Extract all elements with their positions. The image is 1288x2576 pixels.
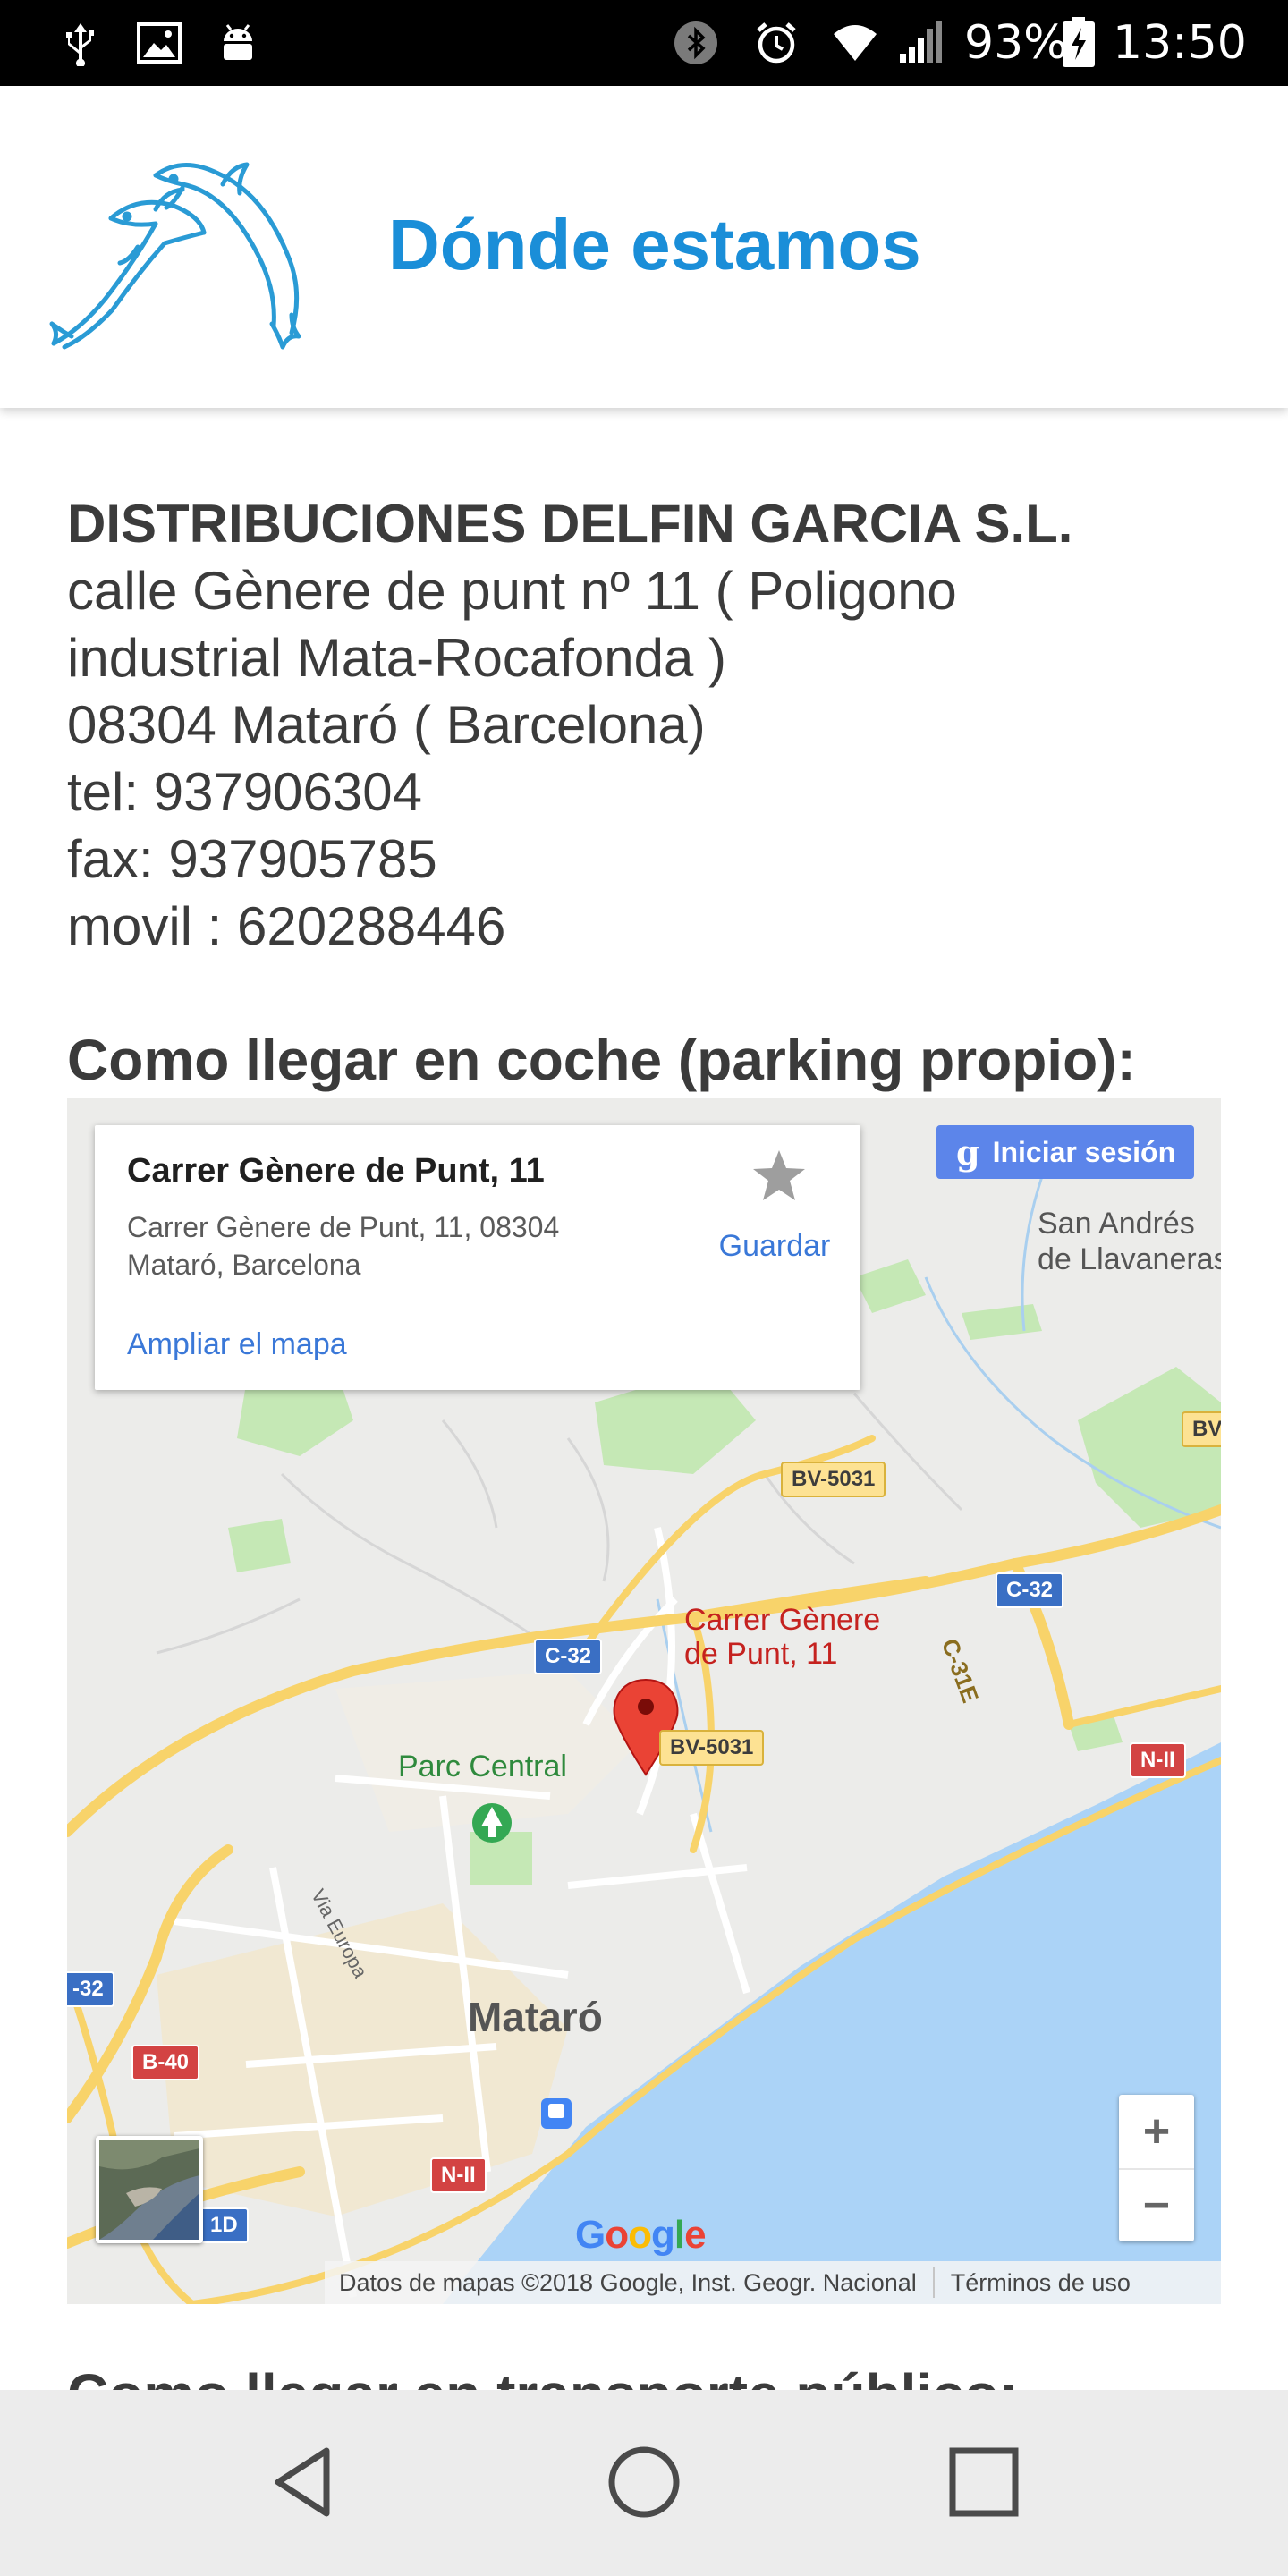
road-shield: C-32 [534,1639,603,1674]
zoom-control: + − [1119,2095,1194,2241]
map-attribution: Datos de mapas ©2018 Google, Inst. Geogr… [339,2268,917,2296]
road-shield: BV-5031 [659,1730,765,1766]
city-label: Mataró [468,1994,603,2040]
town-label-line1: San Andrés [1038,1207,1195,1241]
app-header: Dónde estamos [0,86,1288,408]
place-name: Carrer Gènere de Punt, 11 [127,1152,545,1190]
star-icon [753,1150,805,1200]
place-address-line1: Carrer Gènere de Punt, 11, 08304 [127,1211,560,1243]
road-shield: 1D [199,2207,249,2243]
clock: 13:50 [1113,16,1247,70]
navigation-bar [0,2390,1288,2576]
road-shield: C-32 [996,1572,1064,1608]
embedded-map[interactable]: Carrer Gènere de Punt, 11 Parc Central M… [67,1098,1221,2304]
wifi-icon [832,0,878,86]
road-shield: B-40 [131,2045,200,2080]
place-address-line2: Mataró, Barcelona [127,1249,361,1281]
recents-square-icon[interactable] [930,2433,1038,2531]
status-bar: 93% 13:50 [0,0,1288,86]
phone-line[interactable]: tel: 937906304 [67,758,1230,826]
attribution-divider [932,2267,935,2298]
google-g-icon: g [956,1131,980,1173]
company-name: DISTRIBUCIONES DELFIN GARCIA S.L. [67,494,1073,554]
road-shield: -32 [67,1971,114,2007]
town-label-line2: de Llavaneras [1038,1242,1221,1276]
dolphins-logo[interactable] [48,157,317,354]
back-triangle-icon[interactable] [250,2433,358,2531]
section-heading-by-car: Como llegar en coche (parking propio): [67,1028,1136,1092]
bluetooth-icon [673,0,719,86]
satellite-view-toggle[interactable] [96,2136,203,2243]
usb-icon [57,0,104,86]
town-label: San Andrés de Llavaneras [1038,1206,1221,1277]
address-line-2: industrial Mata-Rocafonda ) [67,628,727,688]
address-line-1: calle Gènere de punt nº 11 ( Poligono [67,561,957,621]
alarm-icon [753,0,800,86]
sign-in-label: Iniciar sesión [992,1135,1176,1168]
battery-percent: 93% [964,16,1068,70]
road-shield: N-II [1130,1742,1186,1778]
zoom-in-button[interactable]: + [1119,2095,1194,2168]
enlarge-map-link[interactable]: Ampliar el mapa [127,1327,347,1362]
marker-label-line2: de Punt, 11 [684,1637,838,1671]
marker-label: Carrer Gènere de Punt, 11 [684,1603,880,1671]
page-title: Dónde estamos [388,205,921,284]
city-line: 08304 Mataró ( Barcelona) [67,695,706,755]
battery-icon [1061,0,1097,86]
signal-icon [898,0,945,86]
map-attribution-bar: Datos de mapas ©2018 Google, Inst. Geogr… [325,2261,1221,2304]
sign-in-button[interactable]: g Iniciar sesión [936,1125,1194,1179]
save-place-button[interactable]: Guardar [712,1147,837,1290]
place-info-card: Carrer Gènere de Punt, 11 Carrer Gènere … [95,1125,860,1390]
satellite-thumbnail-image [99,2140,199,2240]
home-circle-icon[interactable] [590,2433,698,2531]
road-shield: N-II [430,2157,487,2193]
android-icon [215,0,261,86]
save-label: Guardar [718,1229,831,1263]
terms-of-use-link[interactable]: Términos de uso [951,2269,1131,2297]
image-icon [136,0,182,86]
marker-label-line1: Carrer Gènere [684,1603,881,1637]
company-info: DISTRIBUCIONES DELFIN GARCIA S.L. calle … [67,490,1230,960]
google-logo: Google [575,2213,707,2257]
fax-line: fax: 937905785 [67,829,437,889]
road-shield: BV-5031 [781,1462,886,1497]
park-label: Parc Central [398,1750,567,1784]
mobile-line[interactable]: movil : 620288446 [67,893,1230,960]
road-shield: BV- [1182,1411,1221,1447]
zoom-out-button[interactable]: − [1119,2168,1194,2241]
